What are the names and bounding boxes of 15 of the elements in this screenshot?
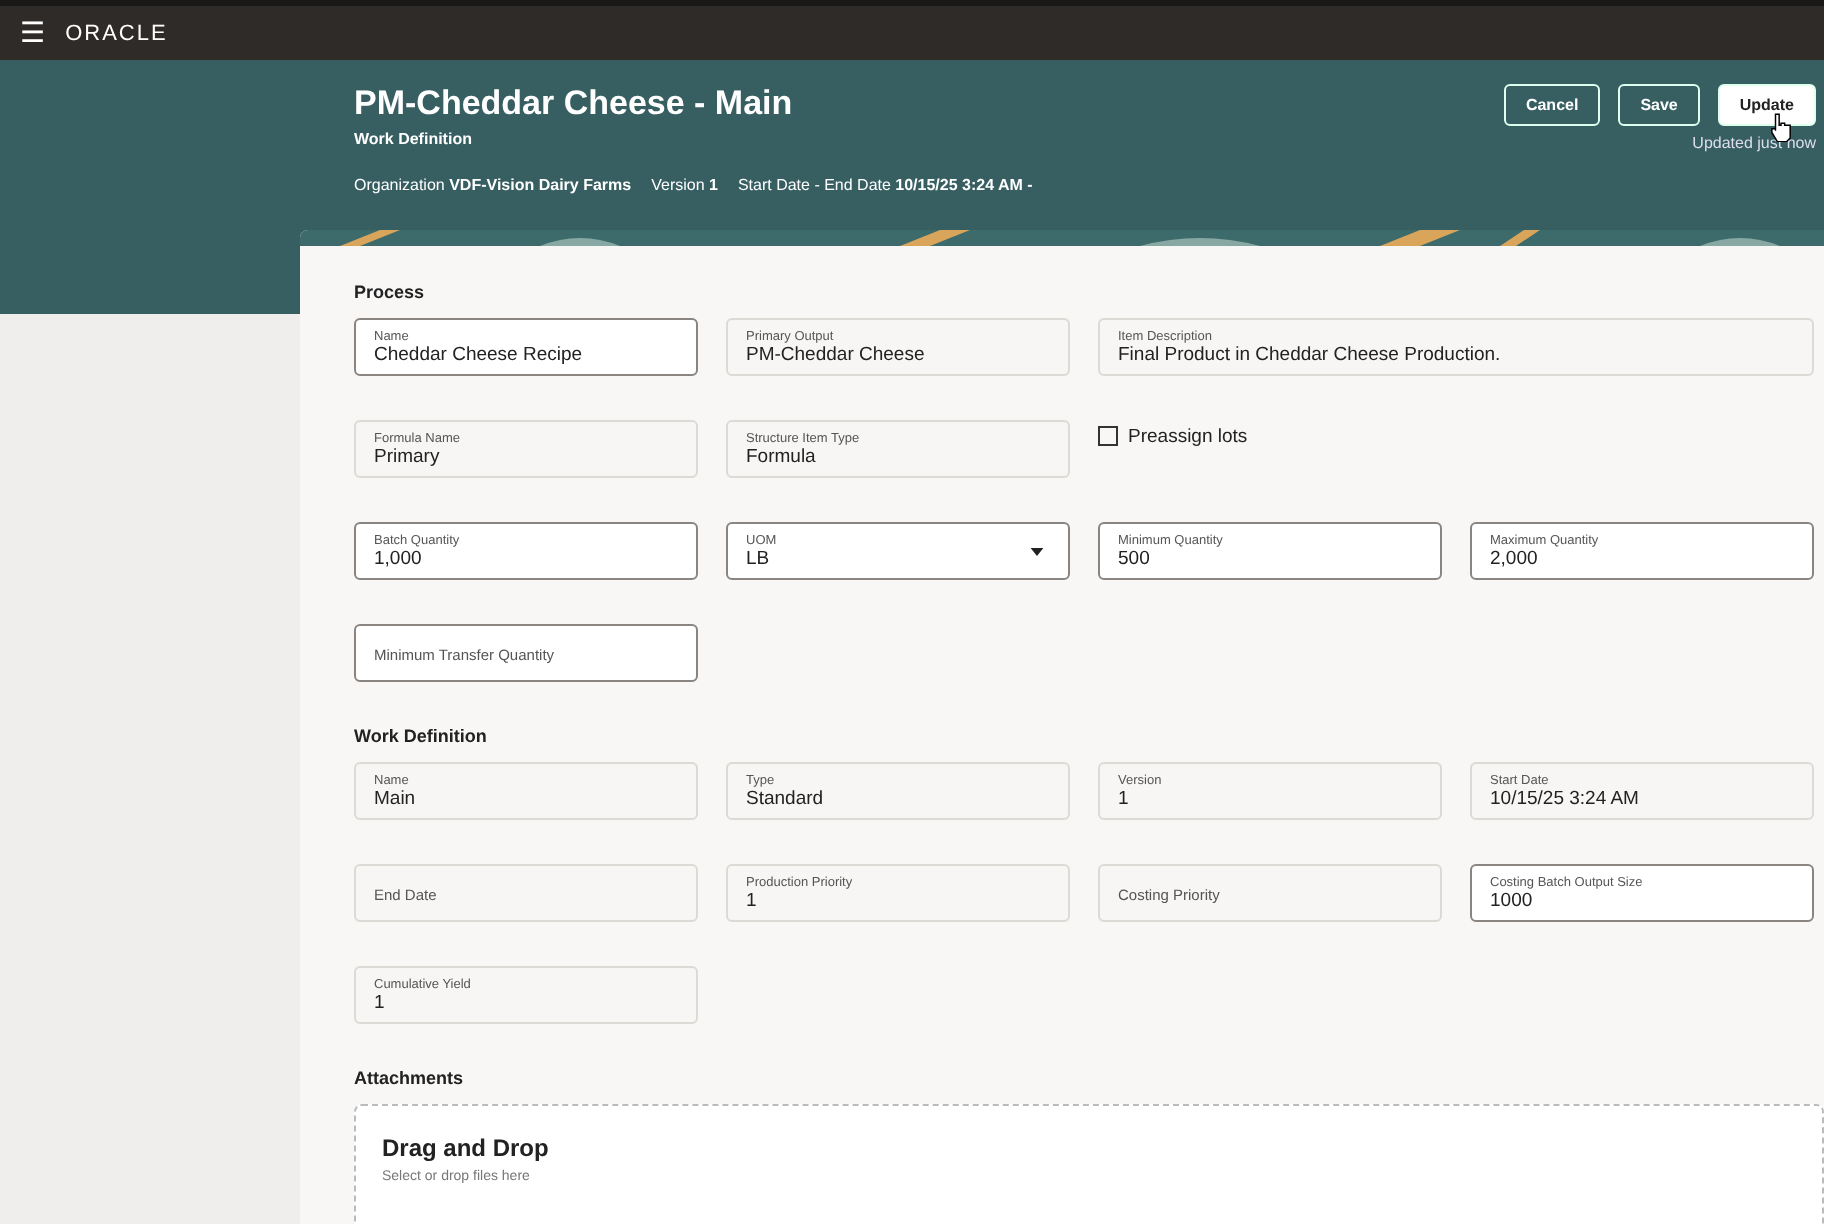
section-title: Attachments — [354, 1068, 466, 1088]
meta-item: Version 1 — [651, 176, 718, 194]
page-subtitle: Work Definition — [354, 130, 474, 148]
meta-item: Start Date - End Date 10/15/25 3:24 AM - — [737, 176, 1033, 194]
logo: ORACLE — [65, 21, 168, 45]
page-title: PM-Cheddar Cheese - Main — [354, 84, 795, 124]
header-button[interactable]: Save — [1618, 84, 1700, 126]
meta-item: Organization VDF-Vision Dairy Farms — [354, 176, 632, 194]
menu-icon[interactable]: ☰ — [20, 16, 46, 50]
preassign-checkbox[interactable]: Preassign lots — [1098, 420, 1248, 454]
section-title: Work Definition — [354, 726, 489, 746]
caret-icon — [1030, 548, 1044, 556]
header-button[interactable]: Cancel — [1503, 84, 1601, 126]
header-button[interactable]: Update — [1717, 84, 1816, 126]
section-title: Process — [354, 282, 427, 302]
